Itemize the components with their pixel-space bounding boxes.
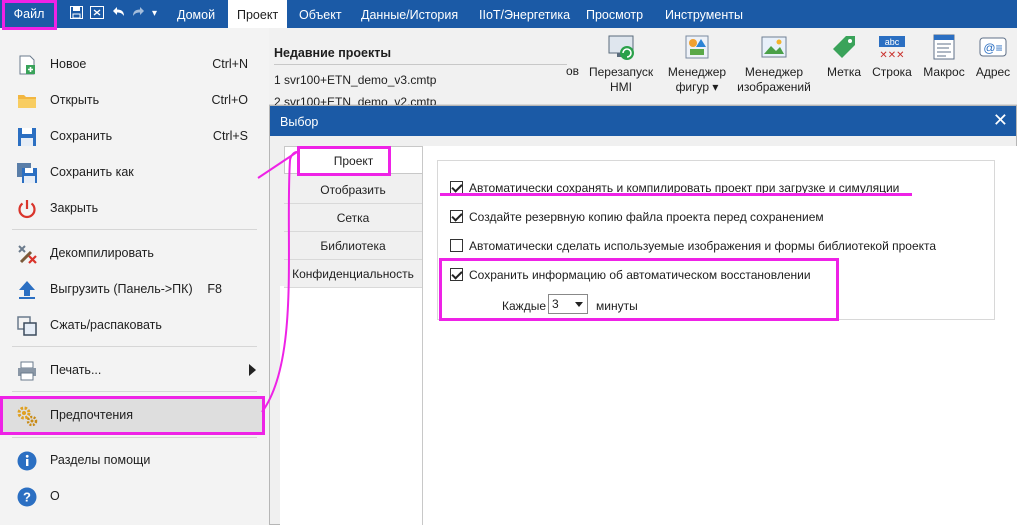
tab-privacy[interactable]: Конфиденциальность — [284, 260, 422, 288]
svg-text:abc: abc — [885, 37, 900, 47]
customize-toolbar-icon[interactable]: ▾ — [152, 6, 157, 22]
separator — [12, 391, 257, 392]
backstage-upload[interactable]: Выгрузить (Панель->ПК) F8 — [0, 272, 262, 306]
compress-icon — [16, 315, 38, 337]
tab-iiot-energy[interactable]: IIoT/Энергетика — [479, 0, 570, 28]
checkbox[interactable] — [450, 210, 463, 223]
save-as-icon — [16, 162, 38, 184]
close-project-icon[interactable] — [90, 6, 104, 22]
printer-icon — [16, 360, 38, 382]
backstage-close[interactable]: Закрыть — [0, 191, 262, 225]
option-backup-before-save[interactable]: Создайте резервную копию файла проекта п… — [450, 210, 824, 224]
string-button[interactable]: abc ✕✕✕ Строка — [870, 32, 914, 80]
backstage-new[interactable]: Новое Ctrl+N — [0, 47, 262, 81]
backstage-help-topics[interactable]: Разделы помощи — [0, 443, 262, 477]
restart-hmi-button[interactable]: Перезапуск HMI — [589, 32, 653, 95]
ribbon: ов Перезапуск HMI Менеджер фигур ▾ Менед… — [269, 28, 1017, 105]
help-icon: ? — [16, 486, 38, 508]
dialog-title-bar: Выбор ✕ — [270, 106, 1016, 136]
annotation-highlight-project-tab — [297, 146, 391, 176]
annotation-highlight-autorecovery — [439, 258, 839, 321]
tag-icon — [829, 32, 859, 62]
power-icon — [16, 198, 38, 220]
address-icon: @≡ — [978, 32, 1008, 62]
ribbon-item-partial[interactable]: ов — [566, 64, 579, 79]
menu-bar: Файл ▾ Домой Проект Объект Данные/Истори… — [0, 0, 1017, 28]
tab-object[interactable]: Объект — [299, 0, 342, 28]
recent-projects-title: Недавние проекты — [274, 46, 392, 60]
tab-data-history[interactable]: Данные/История — [361, 0, 458, 28]
option-auto-library[interactable]: Автоматически сделать используемые изобр… — [450, 239, 936, 253]
tag-button[interactable]: Метка — [824, 32, 864, 80]
backstage-save-as[interactable]: Сохранить как — [0, 155, 262, 189]
restart-icon — [606, 32, 636, 62]
backstage-compress[interactable]: Сжать/распаковать — [0, 308, 262, 342]
checkbox[interactable] — [450, 239, 463, 252]
tab-home[interactable]: Домой — [177, 0, 215, 28]
separator — [12, 229, 257, 230]
info-icon — [16, 450, 38, 472]
open-folder-icon — [16, 90, 38, 112]
annotation-highlight-preferences — [0, 396, 265, 435]
project-settings-panel: Автоматически сохранять и компилировать … — [422, 146, 1017, 525]
image-manager-button[interactable]: Менеджер изображений — [735, 32, 813, 95]
macro-button[interactable]: Макрос — [921, 32, 967, 80]
redo-icon[interactable] — [132, 6, 145, 22]
shapes-icon — [682, 32, 712, 62]
file-backstage-panel: Новое Ctrl+N Открыть Ctrl+O Сохранить Ct… — [0, 28, 269, 525]
image-icon — [759, 32, 789, 62]
new-file-icon — [16, 54, 38, 76]
dialog-title: Выбор — [280, 115, 319, 129]
svg-text:✕✕✕: ✕✕✕ — [879, 50, 904, 61]
separator — [12, 437, 257, 438]
recent-project-item[interactable]: 1 svr100+ETN_demo_v3.cmtp — [274, 73, 436, 87]
svg-text:?: ? — [23, 490, 31, 505]
backstage-print[interactable]: Печать... — [0, 353, 262, 387]
save-icon[interactable] — [70, 6, 83, 22]
macro-icon — [929, 32, 959, 62]
address-button[interactable]: @≡ Адрес — [973, 32, 1013, 80]
tab-library[interactable]: Библиотека — [284, 232, 422, 260]
dialog-tab-list: Проект Отобразить Сетка Библиотека Конфи… — [284, 146, 422, 525]
upload-icon — [16, 279, 38, 301]
decompile-icon — [16, 243, 38, 265]
undo-icon[interactable] — [112, 6, 125, 22]
tab-project[interactable]: Проект — [228, 0, 288, 28]
string-icon: abc ✕✕✕ — [877, 32, 907, 62]
save-icon — [16, 126, 38, 148]
backstage-about[interactable]: ? О — [0, 479, 262, 513]
tab-tools[interactable]: Инструменты — [665, 0, 743, 28]
tab-display[interactable]: Отобразить — [284, 176, 422, 204]
close-icon[interactable]: ✕ — [993, 111, 1008, 129]
tab-grid[interactable]: Сетка — [284, 204, 422, 232]
submenu-arrow-icon — [249, 364, 256, 376]
annotation-underline — [440, 193, 912, 196]
tab-view[interactable]: Просмотр — [586, 0, 643, 28]
backstage-open[interactable]: Открыть Ctrl+O — [0, 83, 262, 117]
separator — [12, 346, 257, 347]
separator — [274, 64, 567, 65]
shape-manager-button[interactable]: Менеджер фигур ▾ — [664, 32, 730, 95]
svg-text:@≡: @≡ — [983, 41, 1002, 55]
annotation-highlight-file — [2, 0, 57, 30]
backstage-save[interactable]: Сохранить Ctrl+S — [0, 119, 262, 153]
backstage-decompile[interactable]: Декомпилировать — [0, 236, 262, 270]
